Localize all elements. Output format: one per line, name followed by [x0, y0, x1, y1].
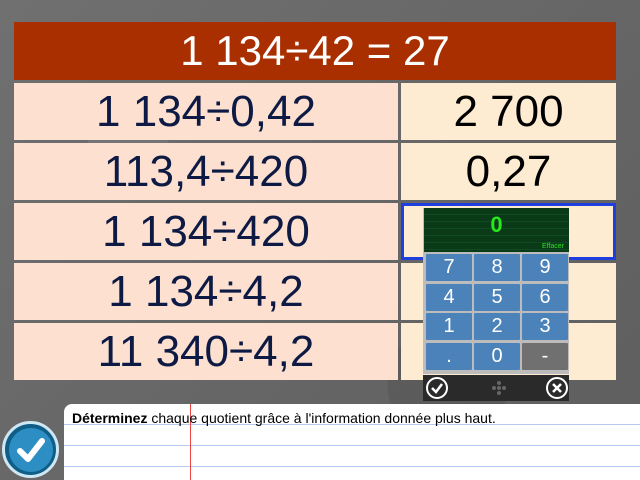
- question-cell: 1 134÷4,2: [14, 263, 398, 320]
- instruction-bold: Déterminez: [72, 410, 148, 426]
- instruction-rest: chaque quotient grâce à l'information do…: [147, 410, 496, 426]
- validate-button[interactable]: [2, 421, 59, 478]
- key-8[interactable]: 8: [474, 254, 520, 281]
- key-9[interactable]: 9: [522, 254, 568, 281]
- question-cell: 1 134÷420: [14, 203, 398, 260]
- answer-cell[interactable]: 2 700: [401, 83, 616, 140]
- reference-equation: 1 134÷42 = 27: [14, 22, 616, 80]
- keypad-display-value: 0: [490, 212, 503, 237]
- key-0[interactable]: 0: [474, 343, 520, 370]
- close-circle-icon[interactable]: [546, 377, 568, 399]
- erase-button[interactable]: Effacer: [542, 243, 564, 250]
- check-circle-icon[interactable]: [426, 377, 448, 399]
- question-cell: 1 134÷0,42: [14, 83, 398, 140]
- key-6[interactable]: 6: [522, 284, 568, 311]
- key-minus[interactable]: -: [522, 343, 568, 370]
- keypad-display: 0 Effacer: [424, 208, 569, 252]
- key-decimal[interactable]: .: [426, 343, 472, 370]
- key-7[interactable]: 7: [426, 254, 472, 281]
- table-row: 1 134÷0,42 2 700: [14, 83, 616, 140]
- move-icon[interactable]: [485, 377, 513, 399]
- key-3[interactable]: 3: [522, 313, 568, 340]
- checkmark-icon: [8, 427, 53, 472]
- key-1[interactable]: 1: [426, 313, 472, 340]
- question-cell: 113,4÷420: [14, 143, 398, 200]
- answer-cell[interactable]: 0,27: [401, 143, 616, 200]
- key-2[interactable]: 2: [474, 313, 520, 340]
- table-row: 113,4÷420 0,27: [14, 143, 616, 200]
- key-4[interactable]: 4: [426, 284, 472, 311]
- question-cell: 11 340÷4,2: [14, 323, 398, 380]
- key-5[interactable]: 5: [474, 284, 520, 311]
- instruction-text: Déterminez chaque quotient grâce à l'inf…: [72, 410, 496, 426]
